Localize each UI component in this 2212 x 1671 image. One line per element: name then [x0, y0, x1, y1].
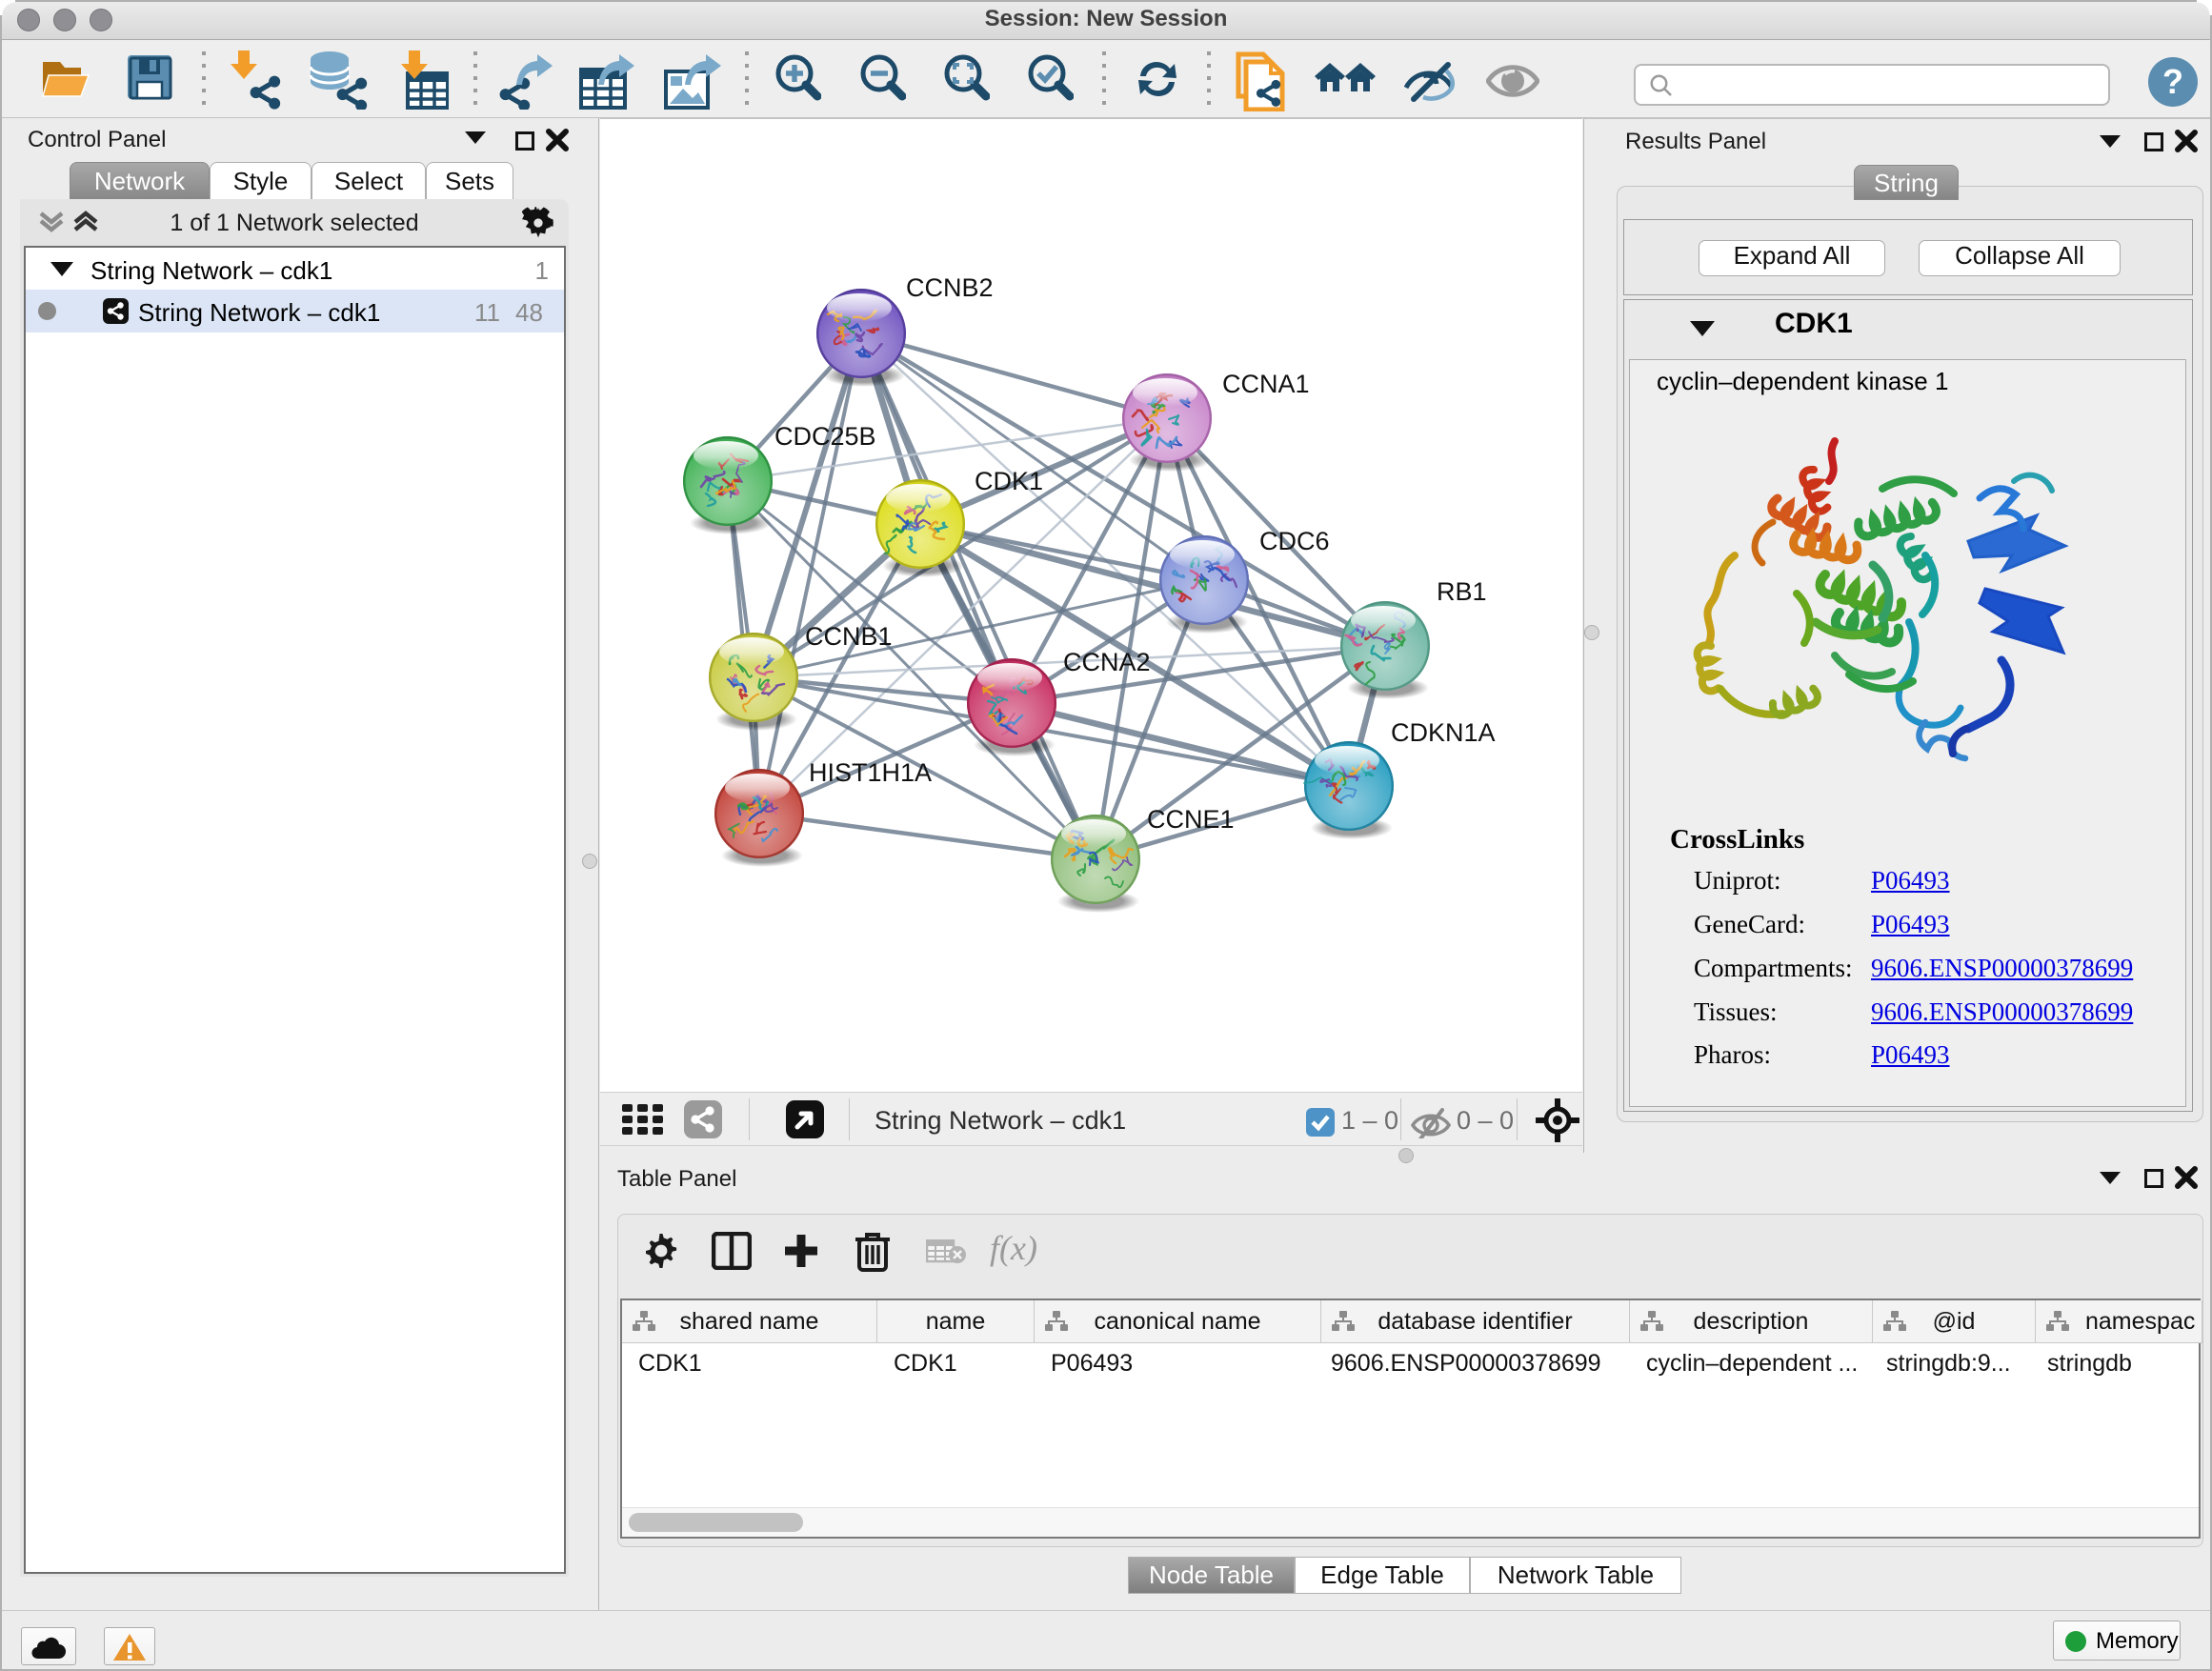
svg-text:HIST1H1A: HIST1H1A — [809, 758, 932, 787]
svg-text:CCNA1: CCNA1 — [1222, 370, 1310, 398]
svg-text:CDC6: CDC6 — [1259, 527, 1330, 555]
svg-text:CCNE1: CCNE1 — [1147, 805, 1235, 834]
svg-text:CDKN1A: CDKN1A — [1391, 718, 1496, 747]
svg-text:CCNB2: CCNB2 — [906, 273, 994, 302]
svg-text:?: ? — [2162, 62, 2183, 101]
svg-text:CDC25B: CDC25B — [774, 422, 876, 451]
svg-text:CCNA2: CCNA2 — [1063, 648, 1151, 676]
svg-text:RB1: RB1 — [1437, 577, 1487, 606]
svg-text:CCNB1: CCNB1 — [805, 622, 893, 651]
svg-text:CDK1: CDK1 — [975, 467, 1043, 495]
